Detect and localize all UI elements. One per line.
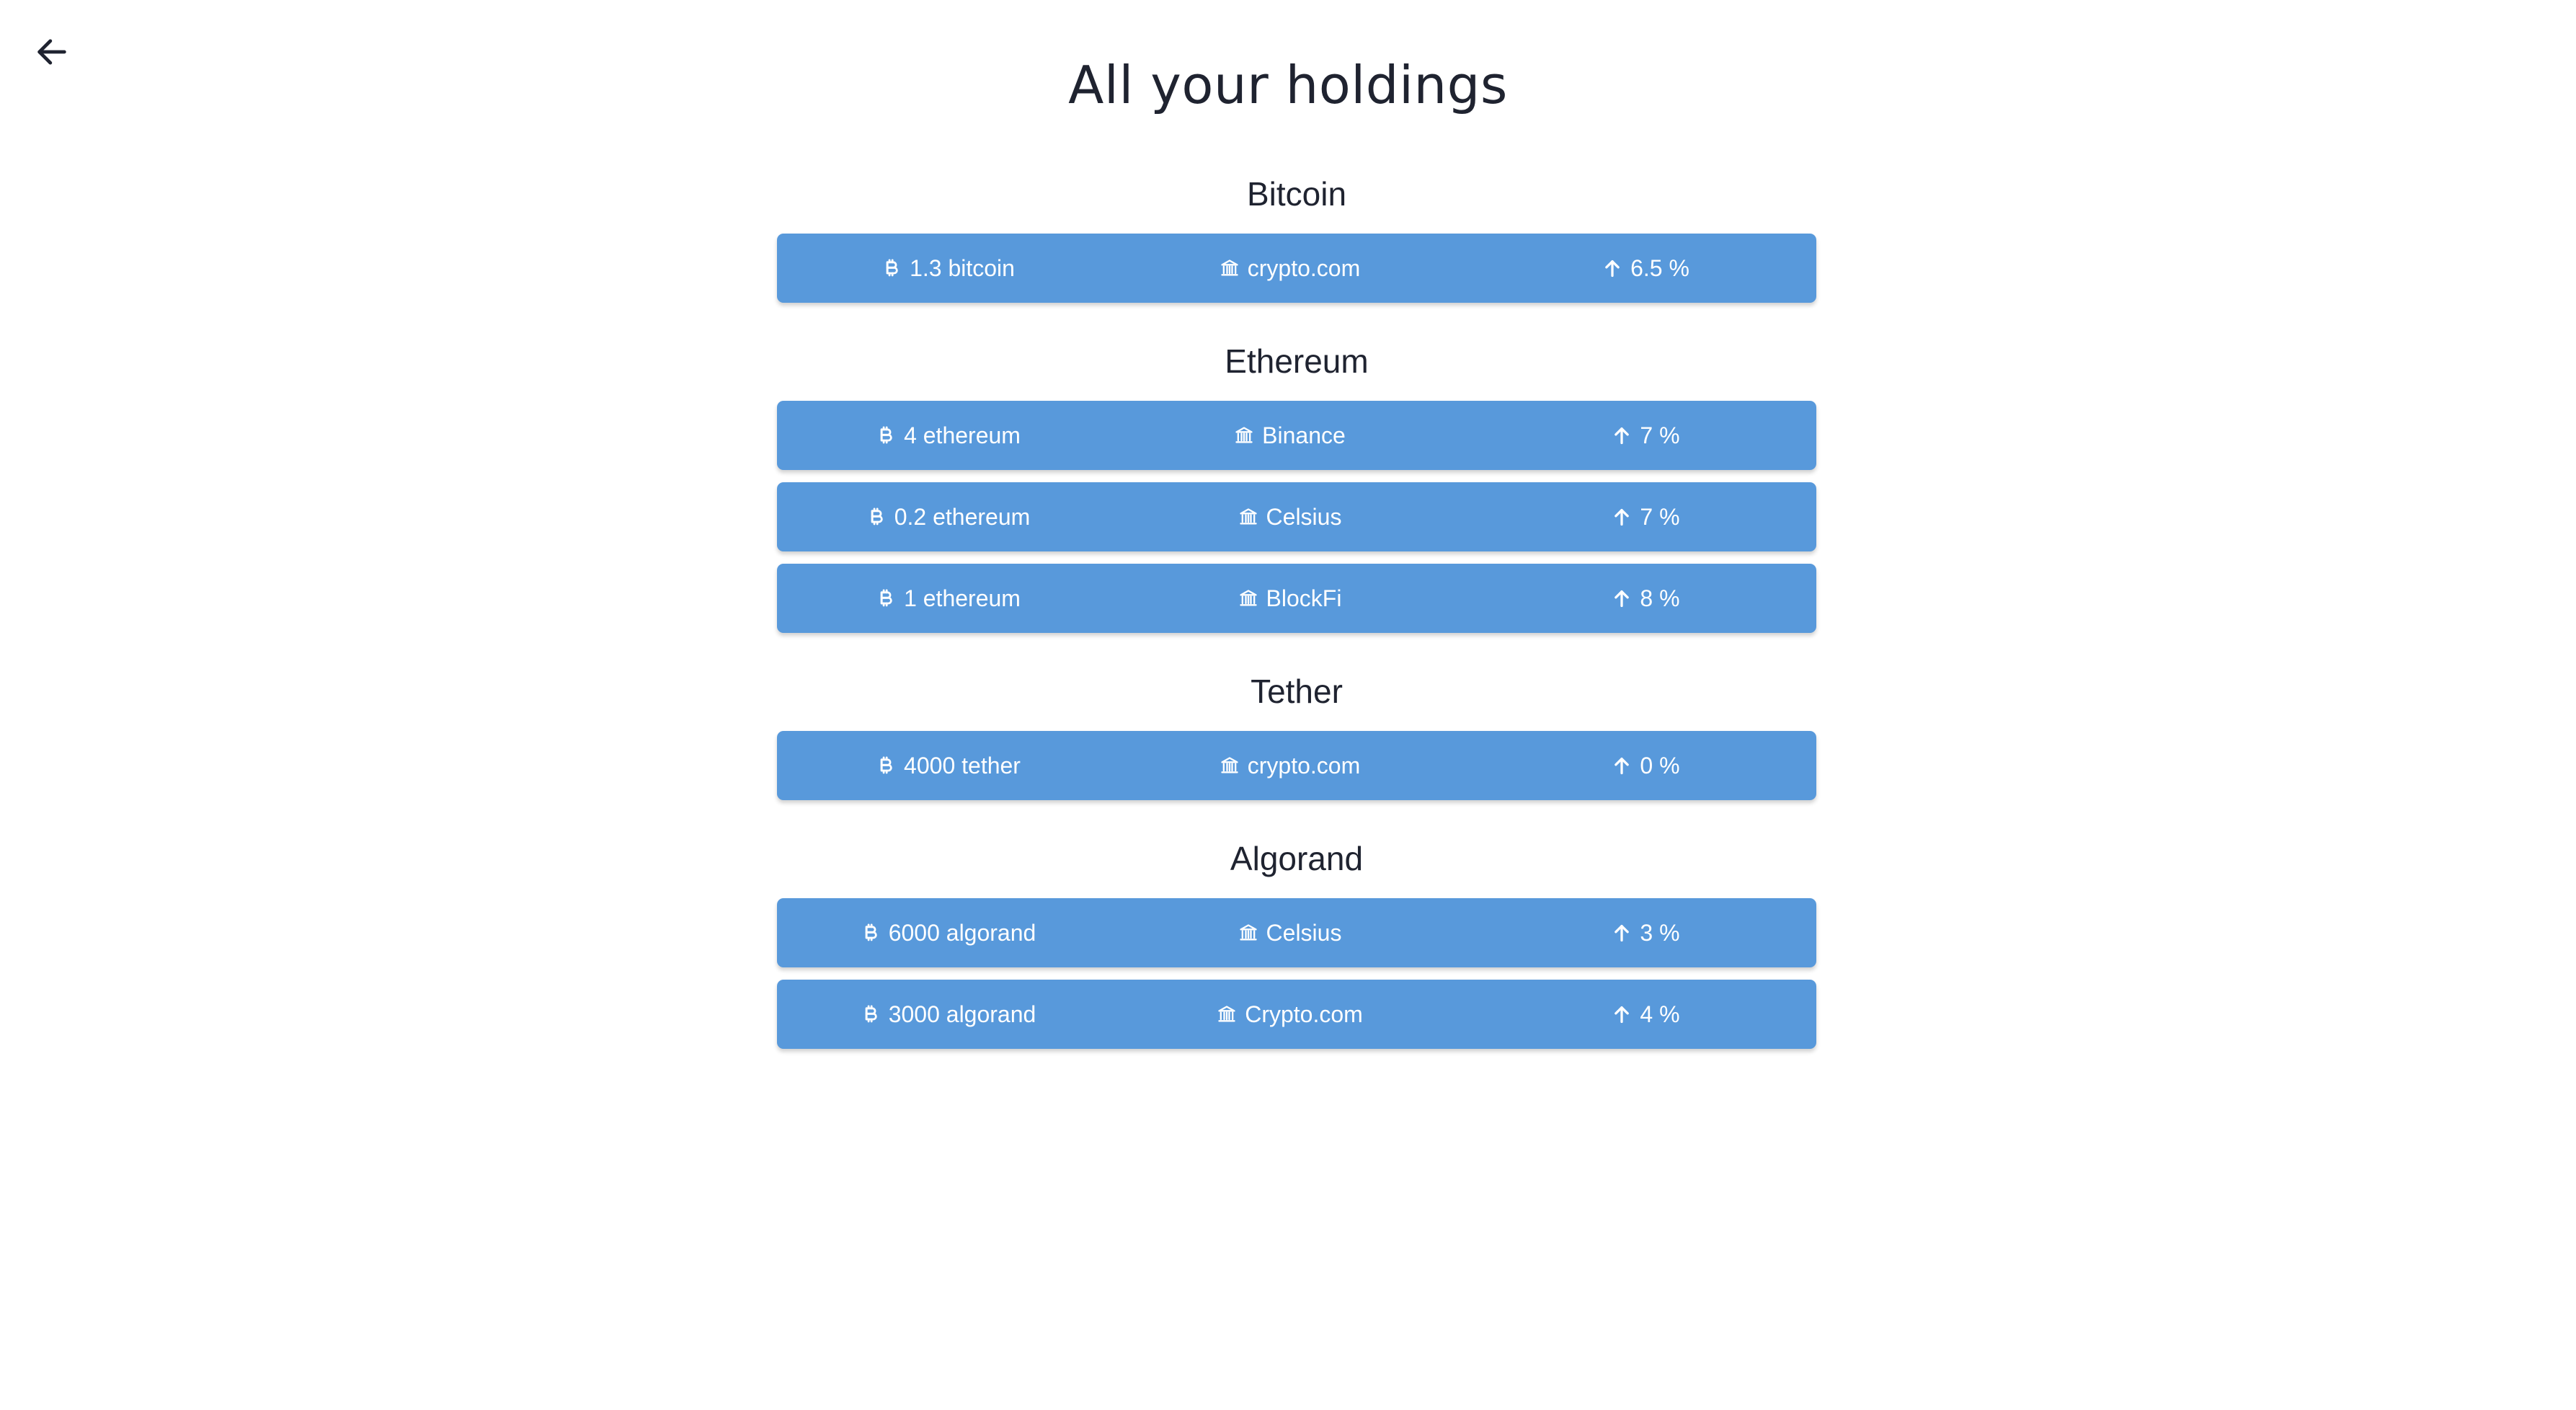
group-title: Bitcoin: [1246, 175, 1347, 213]
rate-cell: 3 %: [1460, 920, 1816, 946]
platform-cell: Celsius: [1119, 920, 1460, 946]
rate-label: 8 %: [1640, 585, 1680, 611]
holding-group-algorand: Algorand 6000 algorand Celsius 3 % 3000 …: [777, 829, 1816, 1049]
bitcoin-icon: [860, 1003, 881, 1025]
holding-row[interactable]: 4 ethereum Binance 7 %: [777, 401, 1816, 470]
bank-icon: [1238, 506, 1259, 528]
group-title: Tether: [1251, 673, 1343, 710]
arrow-up-icon: [1611, 755, 1633, 776]
platform-cell: Crypto.com: [1119, 1001, 1460, 1028]
arrow-up-icon: [1611, 922, 1633, 944]
holding-group-bitcoin: Bitcoin 1.3 bitcoin crypto.com 6.5 %: [777, 164, 1816, 303]
rate-cell: 4 %: [1460, 1001, 1816, 1028]
amount-cell: 3000 algorand: [777, 1001, 1119, 1028]
page-title: All your holdings: [1068, 55, 1508, 115]
bitcoin-icon: [875, 588, 897, 609]
platform-cell: Celsius: [1119, 504, 1460, 531]
amount-label: 1 ethereum: [904, 585, 1021, 611]
group-rows: 4000 tether crypto.com 0 %: [777, 731, 1816, 800]
platform-label: crypto.com: [1247, 254, 1361, 281]
platform-label: Celsius: [1266, 919, 1342, 946]
group-rows: 4 ethereum Binance 7 % 0.2 ethereum Cels…: [777, 401, 1816, 633]
platform-label: Binance: [1262, 422, 1346, 448]
group-title: Algorand: [1230, 840, 1364, 877]
rate-cell: 8 %: [1460, 585, 1816, 612]
bank-icon: [1219, 755, 1240, 776]
amount-cell: 1 ethereum: [777, 585, 1119, 612]
arrow-up-icon: [1611, 1003, 1633, 1025]
arrow-up-icon: [1611, 425, 1633, 446]
bank-icon: [1233, 425, 1255, 446]
bank-icon: [1219, 257, 1240, 279]
amount-label: 3000 algorand: [888, 1001, 1036, 1027]
rate-label: 7 %: [1640, 503, 1680, 530]
bitcoin-icon: [860, 922, 881, 944]
platform-cell: Binance: [1119, 422, 1460, 449]
platform-label: Celsius: [1266, 503, 1342, 530]
bitcoin-icon: [875, 425, 897, 446]
rate-cell: 0 %: [1460, 753, 1816, 779]
holding-row[interactable]: 4000 tether crypto.com 0 %: [777, 731, 1816, 800]
platform-cell: BlockFi: [1119, 585, 1460, 612]
amount-cell: 0.2 ethereum: [777, 504, 1119, 531]
amount-label: 0.2 ethereum: [894, 503, 1031, 530]
amount-label: 1.3 bitcoin: [910, 254, 1015, 281]
amount-cell: 4 ethereum: [777, 422, 1119, 449]
rate-label: 4 %: [1640, 1001, 1680, 1027]
platform-label: BlockFi: [1266, 585, 1342, 611]
holding-group-tether: Tether 4000 tether crypto.com 0 %: [777, 662, 1816, 800]
bitcoin-icon: [875, 755, 897, 776]
holding-row[interactable]: 0.2 ethereum Celsius 7 %: [777, 482, 1816, 551]
bank-icon: [1216, 1003, 1238, 1025]
platform-label: Crypto.com: [1245, 1001, 1363, 1027]
rate-cell: 7 %: [1460, 504, 1816, 531]
group-rows: 1.3 bitcoin crypto.com 6.5 %: [777, 234, 1816, 303]
bank-icon: [1238, 588, 1259, 609]
platform-cell: crypto.com: [1119, 753, 1460, 779]
bitcoin-icon: [866, 506, 887, 528]
holding-row[interactable]: 6000 algorand Celsius 3 %: [777, 898, 1816, 967]
arrow-up-icon: [1602, 257, 1623, 279]
platform-cell: crypto.com: [1119, 255, 1460, 282]
amount-cell: 6000 algorand: [777, 920, 1119, 946]
arrow-up-icon: [1611, 506, 1633, 528]
group-title: Ethereum: [1225, 342, 1369, 380]
holding-row[interactable]: 1.3 bitcoin crypto.com 6.5 %: [777, 234, 1816, 303]
rate-label: 0 %: [1640, 752, 1680, 779]
amount-label: 4000 tether: [904, 752, 1021, 779]
amount-label: 4 ethereum: [904, 422, 1021, 448]
amount-cell: 1.3 bitcoin: [777, 255, 1119, 282]
amount-cell: 4000 tether: [777, 753, 1119, 779]
holding-row[interactable]: 3000 algorand Crypto.com 4 %: [777, 980, 1816, 1049]
rate-label: 7 %: [1640, 422, 1680, 448]
rate-cell: 6.5 %: [1460, 255, 1816, 282]
platform-label: crypto.com: [1247, 752, 1361, 779]
bitcoin-icon: [881, 257, 902, 279]
rate-label: 3 %: [1640, 919, 1680, 946]
rate-label: 6.5 %: [1630, 254, 1689, 281]
holding-group-ethereum: Ethereum 4 ethereum Binance 7 % 0.2 ethe…: [777, 332, 1816, 633]
holding-row[interactable]: 1 ethereum BlockFi 8 %: [777, 564, 1816, 633]
bank-icon: [1238, 922, 1259, 944]
holdings-list: Bitcoin 1.3 bitcoin crypto.com 6.5 % Eth…: [777, 164, 1816, 1078]
amount-label: 6000 algorand: [888, 919, 1036, 946]
group-rows: 6000 algorand Celsius 3 % 3000 algorand …: [777, 898, 1816, 1049]
rate-cell: 7 %: [1460, 422, 1816, 449]
arrow-up-icon: [1611, 588, 1633, 609]
